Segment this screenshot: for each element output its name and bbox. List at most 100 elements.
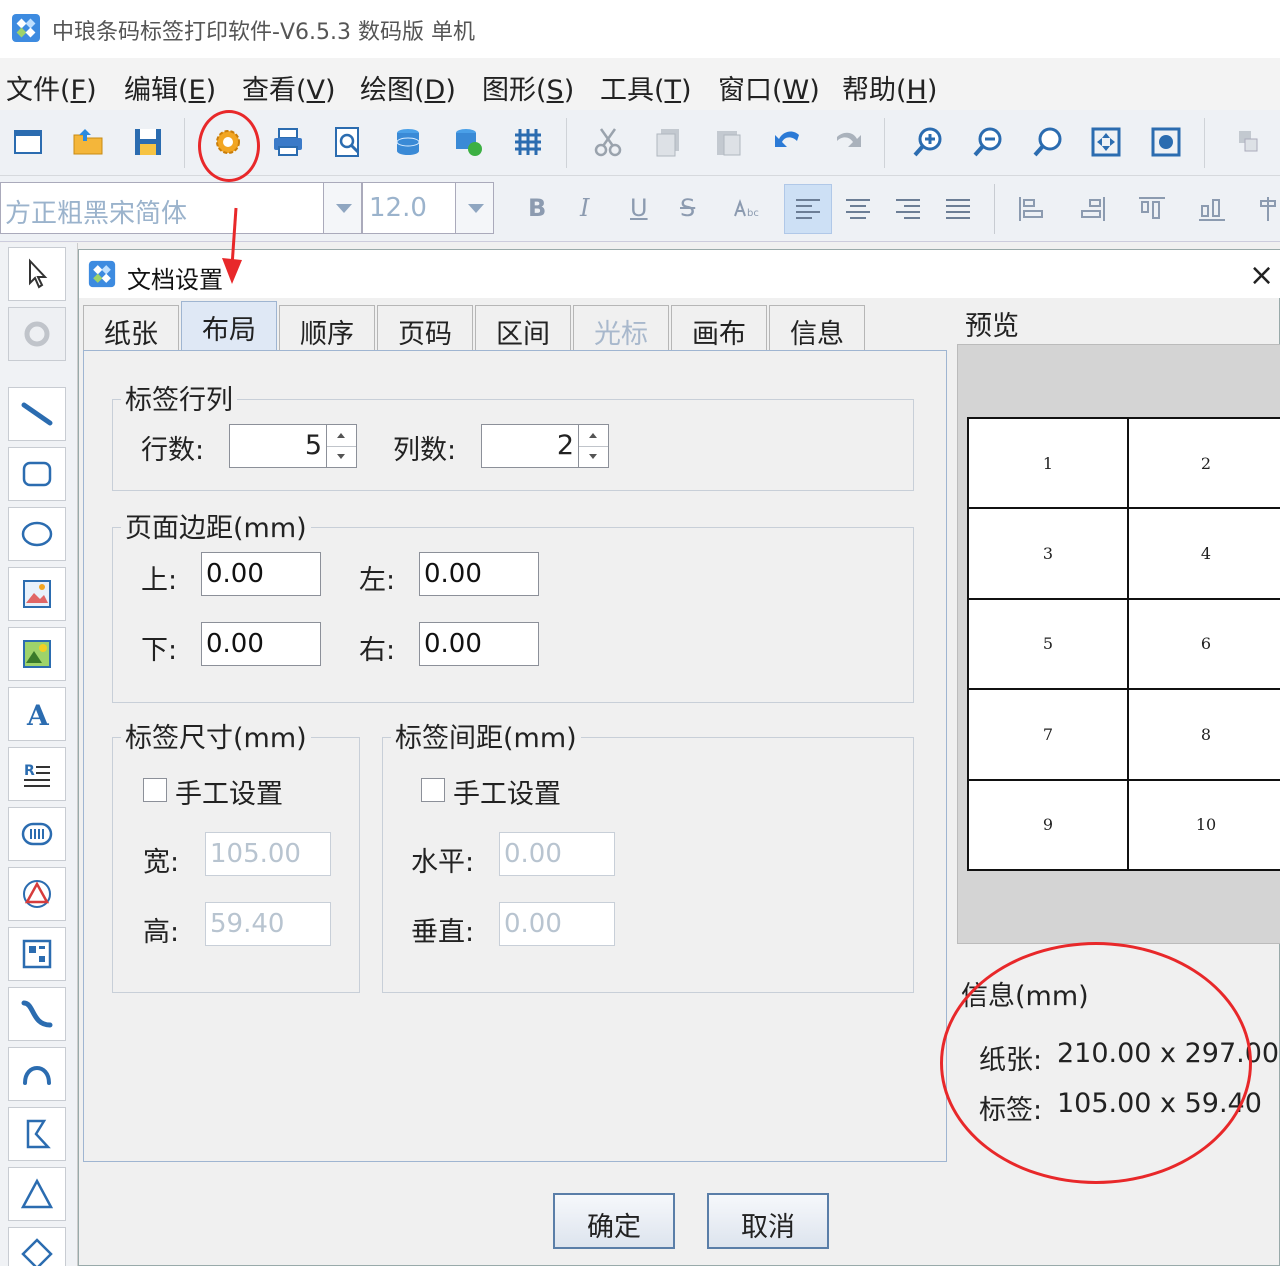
align-center-icon[interactable] — [834, 184, 882, 234]
rows-stepper[interactable]: 5 — [229, 424, 357, 468]
justify-icon[interactable] — [934, 184, 982, 234]
cut-icon[interactable] — [586, 120, 630, 164]
database-connect-icon[interactable] — [446, 120, 490, 164]
qrcode-tool-icon[interactable] — [8, 927, 66, 981]
tab-7[interactable]: 信息 — [769, 305, 865, 351]
zoom-actual-icon[interactable] — [1026, 120, 1070, 164]
preview-label-cell: 2 — [1128, 418, 1280, 509]
cancel-button[interactable]: 取消 — [707, 1193, 829, 1249]
diamond-tool-icon[interactable] — [8, 1227, 66, 1266]
zoom-out-icon[interactable] — [966, 120, 1010, 164]
align-objects-bottom-icon[interactable] — [1188, 184, 1236, 234]
copy-icon[interactable] — [646, 120, 690, 164]
window-title: 中琅条码标签打印软件-V6.5.3 数码版 单机 — [52, 20, 475, 45]
paste-icon[interactable] — [706, 120, 750, 164]
database-icon[interactable] — [386, 120, 430, 164]
font-size-select[interactable]: 12.0 — [362, 182, 494, 234]
arc-tool-icon[interactable] — [8, 1047, 66, 1101]
menu-label: 文件( — [6, 75, 71, 106]
fit-page-icon[interactable] — [1084, 120, 1128, 164]
menu-label-tail: ) — [809, 75, 820, 106]
tab-3[interactable]: 页码 — [377, 305, 473, 351]
align-right-icon[interactable] — [884, 184, 932, 234]
text-tool-icon[interactable]: A — [8, 687, 66, 741]
tab-4[interactable]: 区间 — [475, 305, 571, 351]
ellipse-tool-icon[interactable] — [8, 507, 66, 561]
rich-text-tool-icon[interactable]: R — [8, 747, 66, 801]
strikethrough-button[interactable]: S — [680, 194, 695, 222]
line-tool-icon[interactable] — [8, 387, 66, 441]
layers-icon[interactable] — [1226, 120, 1270, 164]
left-margin-input[interactable]: 0.00 — [419, 552, 539, 596]
menu-item-t[interactable]: 工具(T) — [600, 68, 692, 107]
polyline-tool-icon[interactable] — [8, 1107, 66, 1161]
chevron-down-icon[interactable] — [323, 183, 361, 233]
zoom-in-icon[interactable] — [906, 120, 950, 164]
tab-0[interactable]: 纸张 — [83, 305, 179, 351]
align-objects-left-icon[interactable] — [1008, 184, 1056, 234]
bold-button[interactable]: B — [528, 194, 546, 222]
right-margin-label: 右: — [359, 635, 396, 666]
menu-accelerator: W — [782, 75, 810, 106]
menu-item-e[interactable]: 编辑(E) — [124, 68, 216, 107]
menu-item-h[interactable]: 帮助(H) — [842, 68, 937, 107]
align-objects-right-icon[interactable] — [1068, 184, 1116, 234]
italic-button[interactable]: I — [580, 194, 589, 222]
align-objects-top-icon[interactable] — [1128, 184, 1176, 234]
tab-6[interactable]: 画布 — [671, 305, 767, 351]
margins-legend: 页面边距(mm) — [121, 506, 311, 545]
menu-item-w[interactable]: 窗口(W) — [718, 68, 820, 107]
redo-icon[interactable] — [826, 120, 870, 164]
width-input[interactable]: 105.00 — [205, 832, 331, 876]
grid-icon[interactable] — [506, 120, 550, 164]
menu-item-f[interactable]: 文件(F) — [6, 68, 97, 107]
tab-5[interactable]: 光标 — [573, 305, 669, 351]
undo-icon[interactable] — [766, 120, 810, 164]
bottom-margin-input[interactable]: 0.00 — [201, 622, 321, 666]
menu-item-v[interactable]: 查看(V) — [242, 68, 336, 107]
font-family-select[interactable]: 方正粗黑宋简体 — [0, 182, 362, 234]
distribute-icon[interactable] — [1244, 184, 1280, 234]
picture-tool-icon[interactable] — [8, 627, 66, 681]
label-size-manual-checkbox[interactable] — [143, 778, 167, 802]
menu-item-d[interactable]: 绘图(D) — [360, 68, 456, 107]
barcode-tool-icon[interactable] — [8, 807, 66, 861]
rotate-icon[interactable] — [8, 307, 66, 361]
print-preview-icon[interactable] — [326, 120, 370, 164]
spin-up-icon[interactable] — [327, 425, 356, 446]
label-spacing-manual-checkbox[interactable] — [421, 778, 445, 802]
print-icon[interactable] — [266, 120, 310, 164]
spin-down-icon[interactable] — [327, 446, 356, 467]
spin-up-icon[interactable] — [579, 425, 608, 446]
image-tool-icon[interactable] — [8, 567, 66, 621]
fit-width-icon[interactable] — [1144, 120, 1188, 164]
right-margin-input[interactable]: 0.00 — [419, 622, 539, 666]
align-left-icon[interactable] — [784, 184, 832, 234]
rounded-rect-tool-icon[interactable] — [8, 447, 66, 501]
shape-tool-icon[interactable] — [8, 867, 66, 921]
open-folder-icon[interactable] — [66, 120, 110, 164]
chevron-down-icon[interactable] — [455, 183, 493, 233]
triangle-tool-icon[interactable] — [8, 1167, 66, 1221]
underline-button[interactable]: U — [630, 194, 648, 222]
annotation-arrow — [222, 207, 242, 284]
close-icon[interactable]: × — [1249, 258, 1274, 293]
top-margin-input[interactable]: 0.00 — [201, 552, 321, 596]
height-input[interactable]: 59.40 — [205, 902, 331, 946]
svg-text:R: R — [24, 763, 35, 779]
horizontal-spacing-input[interactable]: 0.00 — [499, 832, 615, 876]
spin-down-icon[interactable] — [579, 446, 608, 467]
tab-1[interactable]: 布局 — [181, 301, 277, 353]
new-document-icon[interactable] — [6, 120, 50, 164]
menu-accelerator: V — [306, 75, 326, 106]
curve-tool-icon[interactable] — [8, 987, 66, 1041]
save-icon[interactable] — [126, 120, 170, 164]
vertical-spacing-input[interactable]: 0.00 — [499, 902, 615, 946]
menu-item-s[interactable]: 图形(S) — [482, 68, 574, 107]
text-effect-icon[interactable]: bc — [722, 184, 770, 234]
ok-button[interactable]: 确定 — [553, 1193, 675, 1249]
cols-stepper[interactable]: 2 — [481, 424, 609, 468]
menu-label: 窗口( — [718, 75, 783, 106]
tab-2[interactable]: 顺序 — [279, 305, 375, 351]
select-pointer-icon[interactable] — [8, 247, 66, 301]
